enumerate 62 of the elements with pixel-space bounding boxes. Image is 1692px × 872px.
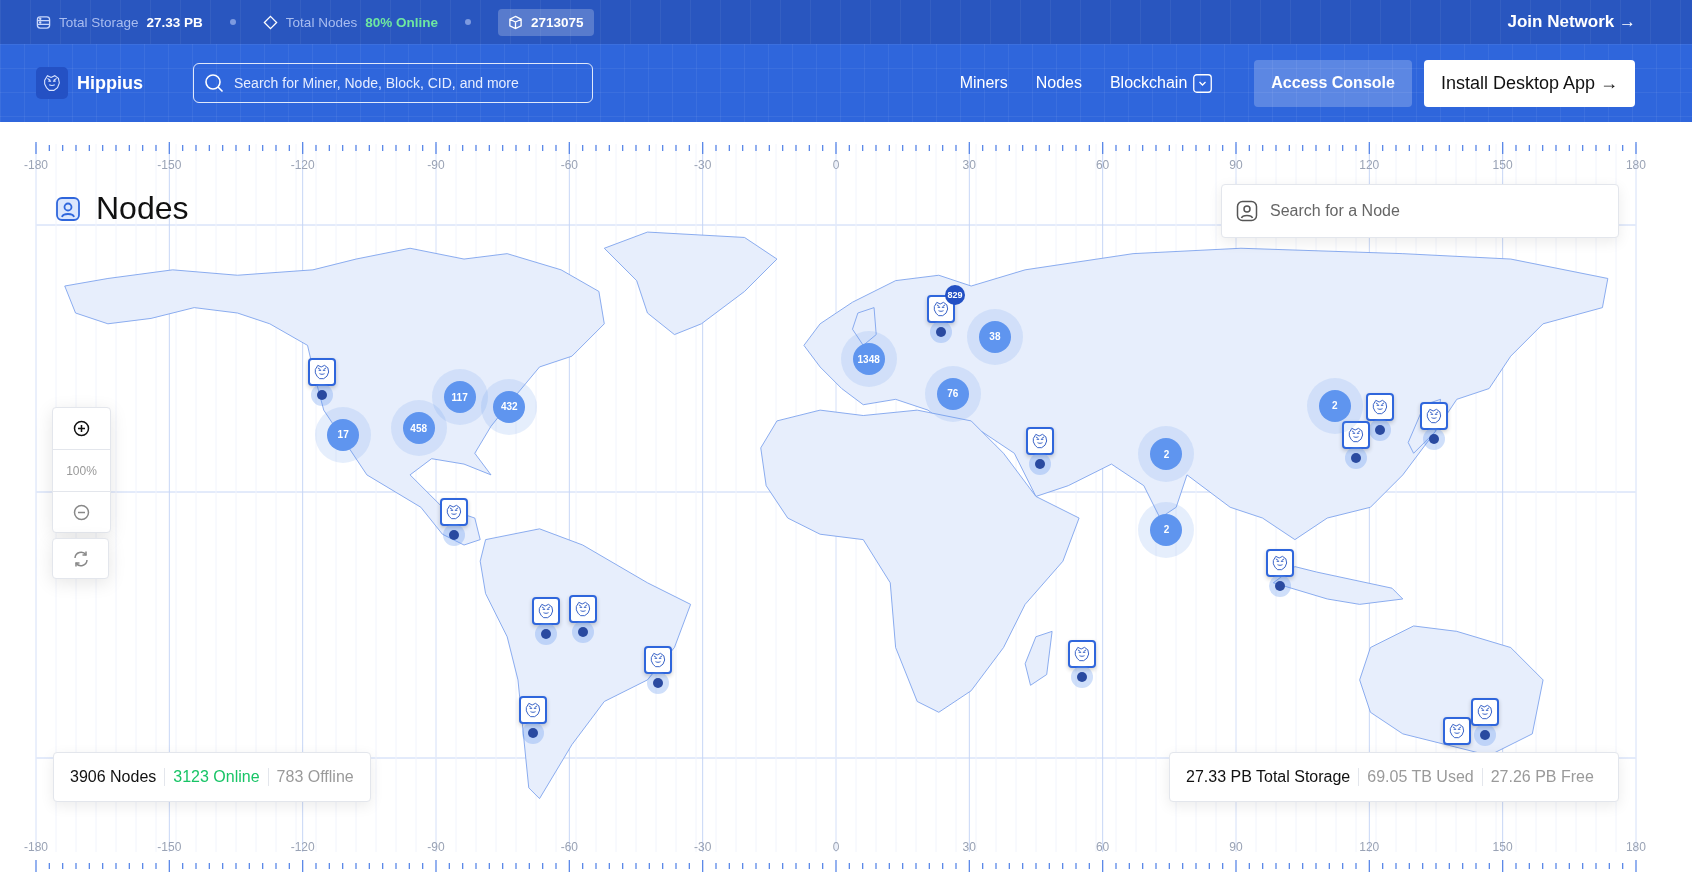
stat-value: 27.33 PB [146,14,203,30]
join-network-link[interactable]: Join Network → [1507,12,1636,32]
axis-label: -90 [426,158,446,172]
brand-name[interactable]: Hippius [77,72,143,94]
block-height-chip: 2713075 [497,8,594,36]
axis-label: 60 [1094,840,1111,854]
install-app-button[interactable]: Install Desktop App → [1423,59,1635,107]
chevron-down-icon[interactable] [1193,73,1213,93]
axis-label: 0 [831,158,841,172]
axis-label: -150 [156,158,183,172]
axis-label: -150 [156,840,183,854]
axis-label: -120 [289,840,316,854]
axis-label: 180 [1624,840,1647,854]
search-icon [204,73,224,93]
refresh-icon [71,549,90,568]
axis-label: 90 [1228,840,1244,854]
nav-link[interactable]: Nodes [1035,74,1082,92]
logo-badge[interactable] [36,67,68,99]
storage-stat: 27.26 PB Free [1481,768,1594,786]
node-stat: 3123 Online [164,768,260,786]
node-search-box[interactable]: Search for a Node [1221,184,1619,238]
axis-label: 120 [1358,840,1381,854]
axis-label: 60 [1094,158,1111,172]
stat-value: 80% Online [365,14,438,30]
storage-stat: 27.33 PB Total Storage [1186,768,1351,786]
access-console-button[interactable]: Access Console [1254,59,1412,107]
axis-label: 90 [1228,158,1244,172]
node-search-field[interactable]: Search for a Node [1268,184,1604,238]
stat-label: Total Nodes [285,14,358,30]
database-icon [36,14,51,30]
node-stat: 783 Offline [267,768,354,786]
axis-label: -60 [559,840,579,854]
diamond-icon [262,14,278,30]
axis-label: 30 [961,840,977,854]
axis-label: 150 [1491,840,1514,854]
axis-label: 30 [961,158,977,172]
zoom-level: 100% [53,449,110,491]
stat-label: Total Storage [59,14,139,30]
storage-stat: 69.05 TB Used [1358,768,1474,786]
user-icon [1236,200,1258,222]
cube-icon [507,14,523,30]
node-stat: 3906 Nodes [70,768,157,786]
axis-label: 180 [1624,158,1647,172]
axis-label: -30 [692,158,713,172]
page-title: Nodes [96,190,189,227]
plus-circle-icon [73,420,90,437]
axis-label: 0 [831,840,841,854]
separator-dot [229,19,236,25]
nav-link[interactable]: Blockchain [1109,74,1188,92]
axis-label: 150 [1491,158,1514,172]
axis-label: -60 [559,158,579,172]
axis-label: -120 [289,158,316,172]
axis-label: -90 [426,840,446,854]
separator-dot [464,19,471,25]
axis-label: 120 [1358,158,1381,172]
cluster-marker[interactable]: 2 [1150,513,1183,546]
axis-label: -180 [23,158,49,172]
axis-label: -180 [23,840,49,854]
minus-circle-icon [73,503,90,521]
nav-link[interactable]: Miners [959,74,1008,92]
animal-head-icon [41,72,63,94]
axis-label: -30 [692,840,713,854]
